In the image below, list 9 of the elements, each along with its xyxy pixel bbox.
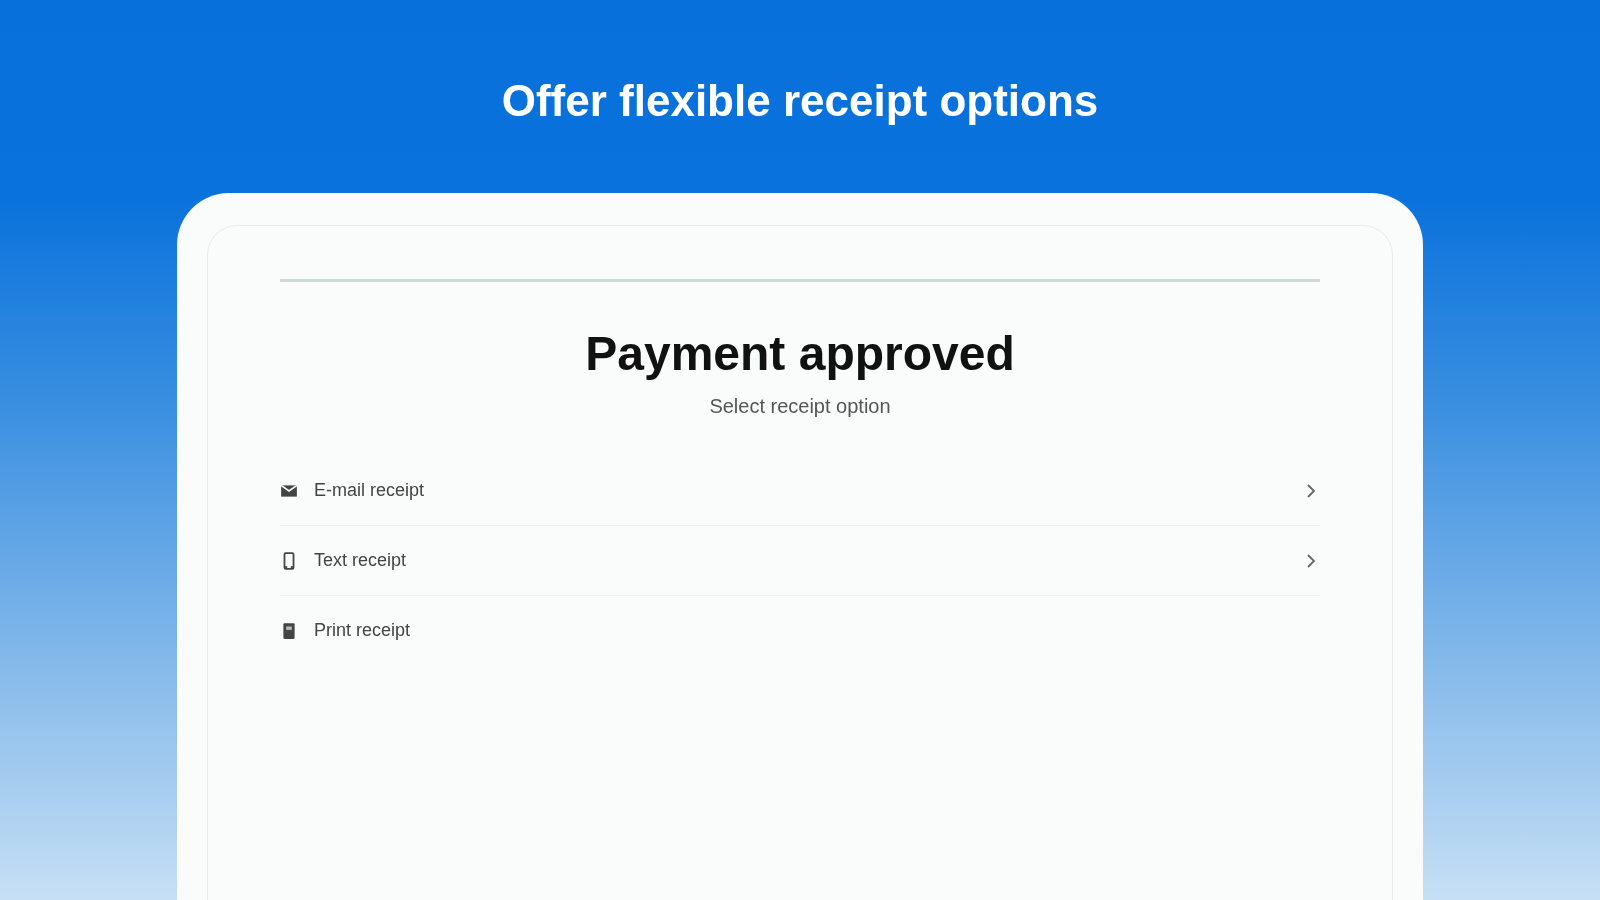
chevron-right-icon — [1306, 552, 1316, 569]
receipt-icon — [280, 621, 298, 640]
chevron-right-icon — [1306, 482, 1316, 499]
receipt-option[interactable]: E-mail receipt — [280, 456, 1320, 526]
receipt-option[interactable]: Print receipt — [280, 596, 1320, 665]
subtitle: Select receipt option — [709, 395, 891, 418]
payment-title: Payment approved — [585, 326, 1015, 381]
headline: Offer flexible receipt options — [501, 76, 1099, 126]
receipt-option[interactable]: Text receipt — [280, 526, 1320, 596]
